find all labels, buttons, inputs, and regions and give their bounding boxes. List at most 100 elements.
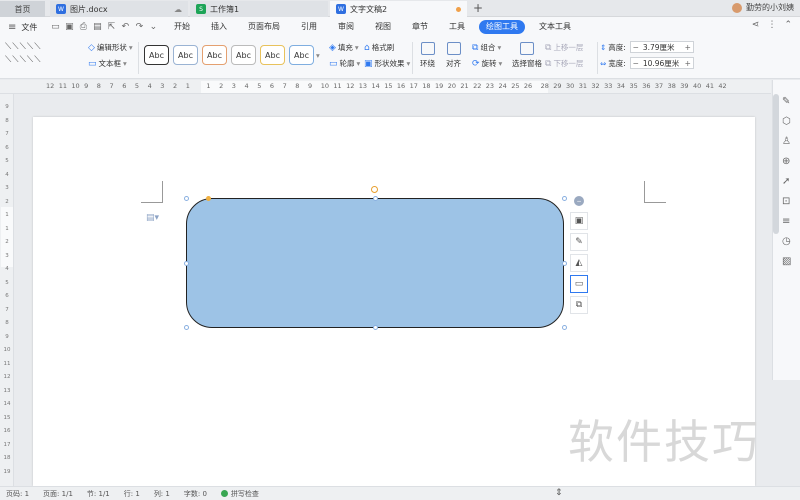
resize-handle-left[interactable] — [184, 261, 189, 266]
menu-insert[interactable]: 插入 — [211, 20, 227, 34]
outline-icon[interactable]: ▭ — [570, 275, 588, 293]
shape-style-5[interactable]: Abc — [260, 45, 285, 65]
resize-handle-right[interactable] — [562, 261, 567, 266]
more-icon[interactable]: ⋮ — [767, 20, 776, 30]
lock-icon[interactable]: ⊡ — [782, 196, 790, 207]
pen-icon[interactable]: ✎ — [570, 233, 588, 251]
shape-style-4[interactable]: Abc — [231, 45, 256, 65]
resize-handle-bottom-right[interactable] — [562, 325, 567, 330]
send-backward-button[interactable]: ⧉ 下移一层 — [545, 58, 583, 69]
line-shapes-gallery[interactable]: ⟍⟍⟍⟍⟍ ⟍⟍⟍⟍⟍ — [5, 41, 69, 67]
shapes-icon[interactable]: ⬡ — [782, 116, 791, 127]
corner-radius-handle[interactable] — [206, 196, 211, 201]
status-page-number: 页码: 1 — [6, 489, 30, 498]
vertical-scrollbar[interactable] — [773, 94, 779, 234]
vertical-ruler-tick: 11 — [3, 360, 11, 367]
pin-icon[interactable]: ♙ — [782, 136, 791, 147]
tab-workbook[interactable]: S 工作簿1 — [190, 1, 328, 17]
avatar — [732, 2, 742, 13]
pen-icon[interactable]: ✎ — [782, 96, 790, 107]
resize-handle-top-left[interactable] — [184, 196, 189, 201]
drawing-tools-ribbon: ⟍⟍⟍⟍⟍ ⟍⟍⟍⟍⟍ ◇ 编辑形状 ▾ ▭ 文本框 ▾ Abc Abc Abc … — [0, 37, 800, 79]
vertical-ruler-tick: 16 — [3, 428, 11, 434]
file-menu[interactable]: ≡ 文件 — [8, 22, 37, 33]
status-word-count[interactable]: 字数: 0 — [184, 489, 207, 499]
download-icon[interactable]: ⊕ — [782, 156, 790, 167]
spell-check-toggle[interactable]: 拼写检查 — [220, 489, 259, 499]
more-icon[interactable]: ⧉ — [570, 296, 588, 314]
menu-page-layout[interactable]: 页面布局 — [248, 20, 280, 34]
ruler-tick-label: 30 — [566, 82, 575, 90]
height-field[interactable]: − 3.79厘米 + — [629, 41, 694, 53]
image-icon[interactable]: ▨ — [782, 256, 791, 267]
resize-handle-top-right[interactable] — [562, 196, 567, 201]
menu-start[interactable]: 开始 — [174, 20, 190, 34]
tab-active-document[interactable]: W 文字文稿2 — [330, 1, 467, 17]
width-increment[interactable]: + — [683, 59, 693, 68]
ruler-tick-label: 21 — [460, 82, 469, 90]
ribbon-divider — [597, 42, 598, 74]
text-box-button[interactable]: ▭ 文本框 ▾ — [88, 58, 127, 69]
undo-icon[interactable]: ↶ — [119, 22, 131, 32]
format-painter-button[interactable]: ⌂ 格式刷 — [364, 42, 394, 53]
height-icon: ⇕ — [600, 42, 607, 52]
tab-home[interactable]: 首页 — [0, 1, 45, 17]
wrap-button[interactable]: 环绕 — [420, 42, 435, 69]
shape-style-3[interactable]: Abc — [202, 45, 227, 65]
width-field[interactable]: − 10.96厘米 + — [629, 57, 694, 69]
export-icon[interactable]: ⇱ — [105, 22, 117, 32]
resize-handle-bottom[interactable] — [373, 325, 378, 330]
fill-icon[interactable]: ◭ — [570, 254, 588, 272]
user-account[interactable]: 勤劳的小刘姨 — [732, 2, 794, 13]
menu-tools[interactable]: 工具 — [449, 20, 465, 34]
shape-effects-button[interactable]: ▣ 形状效果 ▾ — [364, 58, 410, 69]
shape-style-6[interactable]: Abc — [289, 45, 314, 65]
shape-style-1[interactable]: Abc — [144, 45, 169, 65]
bring-forward-button[interactable]: ⧉ 上移一层 — [545, 42, 583, 53]
menu-view[interactable]: 视图 — [375, 20, 391, 34]
print-icon[interactable]: ⎙ — [77, 22, 89, 32]
rotation-handle[interactable] — [371, 186, 378, 193]
select-pane-button[interactable]: 选择窗格 — [512, 42, 542, 69]
collapse-ribbon-icon[interactable]: ⌃ — [784, 20, 792, 30]
status-resize-icon[interactable]: ⇕ — [555, 488, 563, 498]
menu-sections[interactable]: 章节 — [412, 20, 428, 34]
paragraph-layout-icon[interactable]: ▤▾ — [146, 213, 159, 223]
cursor-icon[interactable]: ➚ — [782, 176, 790, 187]
print-preview-icon[interactable]: ▤ — [91, 22, 103, 32]
shape-style-2[interactable]: Abc — [173, 45, 198, 65]
height-decrement[interactable]: − — [631, 43, 641, 52]
minus-circle-icon[interactable]: − — [574, 196, 584, 206]
share-icon[interactable]: ⋖ — [752, 20, 760, 30]
align-button[interactable]: 对齐 — [446, 42, 461, 69]
edit-shape-button[interactable]: ◇ 编辑形状 ▾ — [88, 42, 133, 53]
chevron-down-icon[interactable]: ⌄ — [147, 22, 159, 32]
width-decrement[interactable]: − — [631, 59, 641, 68]
fill-button[interactable]: ◈ 填充 ▾ — [329, 42, 359, 53]
tab-doc-picture[interactable]: W 图片.docx ☁ — [50, 1, 188, 17]
redo-icon[interactable]: ↷ — [133, 22, 145, 32]
height-increment[interactable]: + — [683, 43, 693, 52]
sliders-icon[interactable]: ≡ — [782, 216, 790, 227]
menu-references[interactable]: 引用 — [301, 20, 317, 34]
title-tab-bar: 首页 W 图片.docx ☁ S 工作簿1 W 文字文稿2 + 勤劳的小刘姨 — [0, 0, 800, 17]
group-button[interactable]: ⧉ 组合 ▾ — [472, 42, 501, 53]
layout-icon[interactable]: ▣ — [570, 212, 588, 230]
new-tab-button[interactable]: + — [473, 1, 483, 15]
menu-review[interactable]: 审阅 — [338, 20, 354, 34]
outline-button[interactable]: ▭ 轮廓 ▾ — [329, 58, 360, 69]
menu-drawing-tools[interactable]: 绘图工具 — [479, 20, 525, 34]
open-folder-icon[interactable]: ▭ — [49, 22, 61, 32]
style-gallery-more[interactable]: ▾ — [316, 51, 320, 60]
resize-handle-top[interactable] — [373, 196, 378, 201]
vertical-ruler[interactable]: 9 8 7 6 5 4 3 2 1 1 2 3 4 5 6 7 8 9 10 11 12 13 14 15 16 17 18 19 — [0, 94, 14, 486]
height-value[interactable]: 3.79厘米 — [641, 42, 683, 53]
menu-text-tools[interactable]: 文本工具 — [539, 20, 571, 34]
save-icon[interactable]: ▣ — [63, 22, 75, 32]
horizontal-ruler[interactable]: 12 11 10 9 8 7 6 5 4 3 2 1 1 2 3 4 5 6 7 8 9 10 11 12 13 14 15 16 17… — [0, 80, 771, 94]
rotate-button[interactable]: ⟳ 旋转 ▾ — [472, 58, 502, 69]
width-value[interactable]: 10.96厘米 — [641, 58, 683, 69]
resize-handle-bottom-left[interactable] — [184, 325, 189, 330]
history-icon[interactable]: ◷ — [782, 236, 791, 247]
rounded-rectangle-shape[interactable] — [186, 198, 564, 328]
